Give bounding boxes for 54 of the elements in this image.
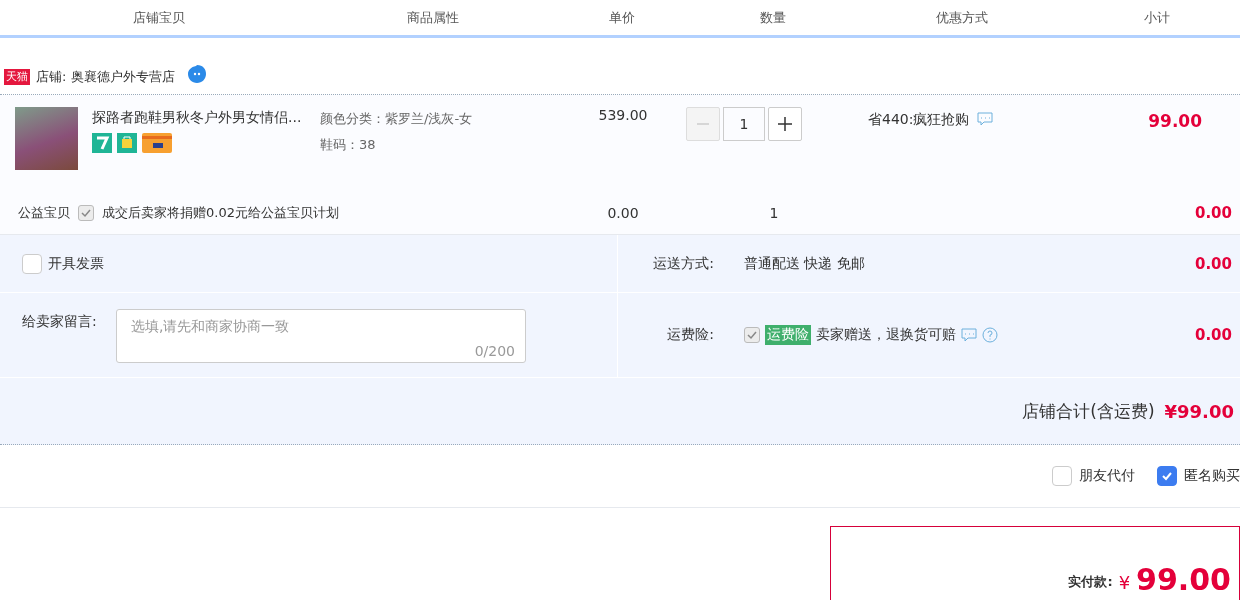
quantity-field[interactable]: 1: [723, 107, 765, 141]
shipping-method[interactable]: 普通配送 快递 免邮: [744, 254, 1189, 273]
shipping-fee: 0.00: [1195, 254, 1233, 273]
checkmark-icon: [1161, 470, 1173, 482]
column-header: 数量: [697, 8, 850, 27]
charity-checkbox[interactable]: [78, 205, 94, 221]
option-label[interactable]: 朋友代付: [1079, 467, 1135, 485]
column-header: 优惠方式: [849, 8, 1076, 27]
column-header: 单价: [547, 8, 698, 27]
option-label[interactable]: 匿名购买: [1184, 467, 1240, 485]
increase-button[interactable]: [768, 107, 802, 141]
insurance-description: 卖家赠送，退换货可赔: [816, 326, 956, 344]
product-photo-placeholder[interactable]: [15, 107, 78, 170]
option-checkbox[interactable]: [1052, 466, 1072, 486]
currency-symbol: ¥: [1118, 572, 1131, 593]
comment-icon[interactable]: [961, 327, 977, 343]
insurance-tag: 运费险: [765, 325, 811, 345]
plus-icon: [777, 116, 793, 132]
checkmark-icon: [80, 207, 92, 219]
column-header: 小计: [1075, 8, 1240, 27]
column-header: 店铺宝贝: [0, 8, 320, 27]
insurance-label: 运费险:: [666, 326, 714, 344]
insurance-checkbox[interactable]: [744, 327, 760, 343]
product-attribute: 颜色分类：紫罗兰/浅灰-女: [320, 110, 474, 128]
card-icon: [142, 133, 172, 153]
shipping-label: 运送方式:: [652, 254, 714, 273]
charity-description: 成交后卖家将捐赠0.02元给公益宝贝计划: [102, 204, 339, 222]
invoice-checkbox[interactable]: [22, 253, 42, 274]
payment-amount: 99.00: [1136, 562, 1231, 597]
message-label: 给卖家留言:: [22, 313, 98, 331]
seven-day-return-icon: [92, 133, 112, 153]
shop-total-amount: ¥99.00: [1164, 400, 1234, 422]
option-checkbox[interactable]: [1157, 466, 1177, 486]
bag-icon: [117, 133, 137, 153]
shop-total-label: 店铺合计(含运费): [1022, 399, 1155, 423]
product-attribute: 鞋码：38: [320, 136, 377, 154]
shop-name[interactable]: 店铺: 奥襄德户外专营店: [36, 68, 175, 86]
item-subtotal: 99.00: [1147, 111, 1203, 133]
invoice-label[interactable]: 开具发票: [48, 254, 104, 273]
charity-label: 公益宝贝: [18, 204, 70, 222]
promotion-text: 省440:疯狂抢购: [868, 111, 970, 129]
insurance-fee: 0.00: [1195, 326, 1233, 344]
charity-price: 0.00: [606, 205, 640, 221]
help-icon[interactable]: [982, 327, 998, 343]
product-title[interactable]: 探路者跑鞋男秋冬户外男女情侣...: [92, 109, 302, 127]
charity-subtotal: 0.00: [1194, 204, 1233, 222]
charity-quantity: 1: [768, 205, 780, 221]
payment-label: 实付款:: [1068, 573, 1113, 591]
checkmark-icon: [746, 329, 758, 341]
comment-icon[interactable]: [977, 111, 994, 127]
column-header: 商品属性: [319, 8, 548, 27]
tmall-badge-icon: 天猫: [4, 69, 30, 85]
chat-bubble-icon[interactable]: [186, 64, 207, 84]
unit-price: 539.00: [597, 107, 649, 125]
